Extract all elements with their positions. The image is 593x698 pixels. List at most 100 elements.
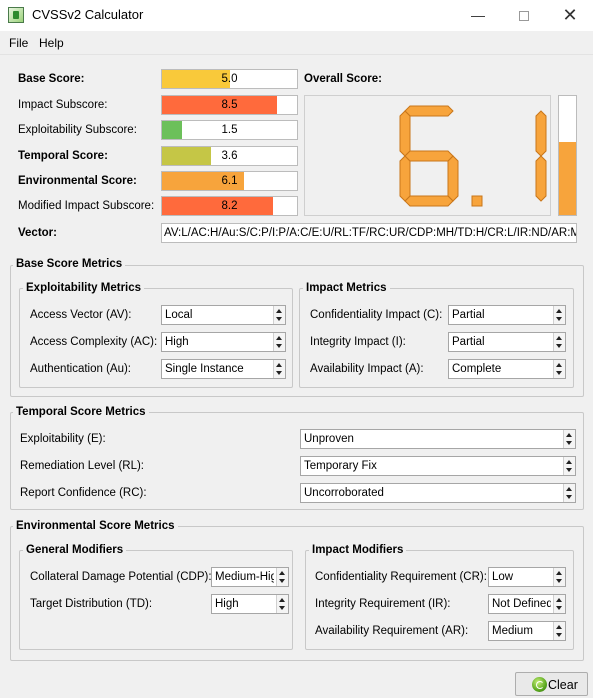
spinner-arrows-icon[interactable] bbox=[553, 595, 565, 613]
field-select-value: Temporary Fix bbox=[304, 460, 377, 472]
spinner-down-icon[interactable] bbox=[556, 606, 562, 610]
clear-button-label: Clear bbox=[548, 678, 578, 692]
spinner-arrows-icon[interactable] bbox=[553, 568, 565, 586]
field-select[interactable]: Complete bbox=[448, 359, 566, 379]
spinner-up-icon[interactable] bbox=[556, 598, 562, 602]
spinner-up-icon[interactable] bbox=[276, 309, 282, 313]
field-label: Exploitability (E): bbox=[20, 433, 106, 445]
spinner-arrows-icon[interactable] bbox=[273, 306, 285, 324]
spinner-down-icon[interactable] bbox=[556, 317, 562, 321]
spinner-down-icon[interactable] bbox=[279, 579, 285, 583]
spinner-arrows-icon[interactable] bbox=[553, 306, 565, 324]
spinner-up-icon[interactable] bbox=[276, 336, 282, 340]
field-select[interactable]: Not Defined bbox=[488, 594, 566, 614]
spinner-up-icon[interactable] bbox=[279, 571, 285, 575]
spinner-up-icon[interactable] bbox=[556, 571, 562, 575]
spinner-down-icon[interactable] bbox=[556, 371, 562, 375]
spinner-up-icon[interactable] bbox=[276, 363, 282, 367]
menu-help[interactable]: Help bbox=[39, 36, 64, 50]
score-label: Temporal Score: bbox=[18, 150, 108, 162]
spinner-arrows-icon[interactable] bbox=[563, 457, 575, 475]
spinner-arrows-icon[interactable] bbox=[553, 333, 565, 351]
spinner-down-icon[interactable] bbox=[556, 344, 562, 348]
score-value: 1.5 bbox=[221, 124, 238, 136]
field-select-value: Unproven bbox=[304, 433, 354, 445]
app-icon bbox=[8, 7, 24, 23]
maximize-icon[interactable] bbox=[501, 0, 547, 31]
exploitability-metrics-title: Exploitability Metrics bbox=[23, 282, 145, 294]
field-select-value: High bbox=[165, 336, 189, 348]
spinner-arrows-icon[interactable] bbox=[553, 622, 565, 640]
field-select-value: High bbox=[215, 598, 239, 610]
spinner-down-icon[interactable] bbox=[276, 371, 282, 375]
field-select-value: Medium bbox=[492, 625, 533, 637]
spinner-arrows-icon[interactable] bbox=[276, 595, 288, 613]
field-select[interactable]: Local bbox=[161, 305, 286, 325]
spinner-down-icon[interactable] bbox=[276, 317, 282, 321]
menu-bar: File Help bbox=[0, 31, 593, 55]
field-label: Integrity Impact (I): bbox=[310, 336, 406, 348]
field-select[interactable]: Uncorroborated bbox=[300, 483, 576, 503]
clear-button[interactable]: Clear bbox=[515, 672, 588, 696]
segment-a bbox=[404, 105, 454, 117]
vector-field[interactable]: AV:L/AC:H/Au:S/C:P/I:P/A:C/E:U/RL:TF/RC:… bbox=[161, 223, 577, 243]
clear-icon bbox=[532, 677, 547, 692]
field-select-value: Complete bbox=[452, 363, 502, 375]
field-select[interactable]: High bbox=[211, 594, 289, 614]
spinner-arrows-icon[interactable] bbox=[563, 484, 575, 502]
environmental-score-metrics-title: Environmental Score Metrics bbox=[13, 520, 178, 532]
menu-file[interactable]: File bbox=[9, 36, 28, 50]
spinner-up-icon[interactable] bbox=[556, 336, 562, 340]
field-select[interactable]: Medium-High bbox=[211, 567, 289, 587]
vector-label: Vector: bbox=[18, 227, 57, 239]
field-select[interactable]: High bbox=[161, 332, 286, 352]
field-label: Remediation Level (RL): bbox=[20, 460, 145, 472]
spinner-down-icon[interactable] bbox=[279, 606, 285, 610]
impact-metrics-title: Impact Metrics bbox=[303, 282, 390, 294]
field-select-value: Medium-High bbox=[215, 571, 274, 583]
spinner-arrows-icon[interactable] bbox=[563, 430, 575, 448]
segment-c bbox=[447, 155, 459, 202]
score-bar: 6.1 bbox=[161, 171, 298, 191]
spinner-up-icon[interactable] bbox=[556, 309, 562, 313]
spinner-up-icon[interactable] bbox=[566, 487, 572, 491]
score-value: 8.5 bbox=[221, 99, 238, 111]
spinner-arrows-icon[interactable] bbox=[273, 360, 285, 378]
spinner-down-icon[interactable] bbox=[556, 579, 562, 583]
spinner-up-icon[interactable] bbox=[556, 363, 562, 367]
segment-f bbox=[399, 110, 411, 157]
field-label: Collateral Damage Potential (CDP): bbox=[30, 571, 212, 583]
temporal-score-metrics-title: Temporal Score Metrics bbox=[13, 406, 149, 418]
spinner-arrows-icon[interactable] bbox=[276, 568, 288, 586]
spinner-arrows-icon[interactable] bbox=[553, 360, 565, 378]
window-title: CVSSv2 Calculator bbox=[32, 7, 144, 22]
spinner-down-icon[interactable] bbox=[566, 495, 572, 499]
field-select[interactable]: Unproven bbox=[300, 429, 576, 449]
minimize-icon[interactable]: — bbox=[455, 0, 501, 31]
spinner-up-icon[interactable] bbox=[279, 598, 285, 602]
field-select[interactable]: Partial bbox=[448, 332, 566, 352]
field-label: Availability Requirement (AR): bbox=[315, 625, 469, 637]
close-icon[interactable]: ✕ bbox=[547, 0, 593, 31]
spinner-arrows-icon[interactable] bbox=[273, 333, 285, 351]
spinner-up-icon[interactable] bbox=[556, 625, 562, 629]
score-label: Impact Subscore: bbox=[18, 99, 108, 111]
spinner-up-icon[interactable] bbox=[566, 460, 572, 464]
field-select[interactable]: Partial bbox=[448, 305, 566, 325]
score-value: 3.6 bbox=[221, 150, 238, 162]
score-bar: 5.0 bbox=[161, 69, 298, 89]
field-select[interactable]: Temporary Fix bbox=[300, 456, 576, 476]
overall-score-label: Overall Score: bbox=[304, 73, 382, 85]
field-select[interactable]: Low bbox=[488, 567, 566, 587]
spinner-down-icon[interactable] bbox=[566, 468, 572, 472]
field-select[interactable]: Single Instance bbox=[161, 359, 286, 379]
field-select[interactable]: Medium bbox=[488, 621, 566, 641]
base-score-metrics-title: Base Score Metrics bbox=[13, 258, 126, 270]
spinner-down-icon[interactable] bbox=[556, 633, 562, 637]
field-label: Report Confidence (RC): bbox=[20, 487, 147, 499]
spinner-down-icon[interactable] bbox=[276, 344, 282, 348]
spinner-down-icon[interactable] bbox=[566, 441, 572, 445]
spinner-up-icon[interactable] bbox=[566, 433, 572, 437]
field-label: Access Vector (AV): bbox=[30, 309, 132, 321]
score-label: Environmental Score: bbox=[18, 175, 137, 187]
